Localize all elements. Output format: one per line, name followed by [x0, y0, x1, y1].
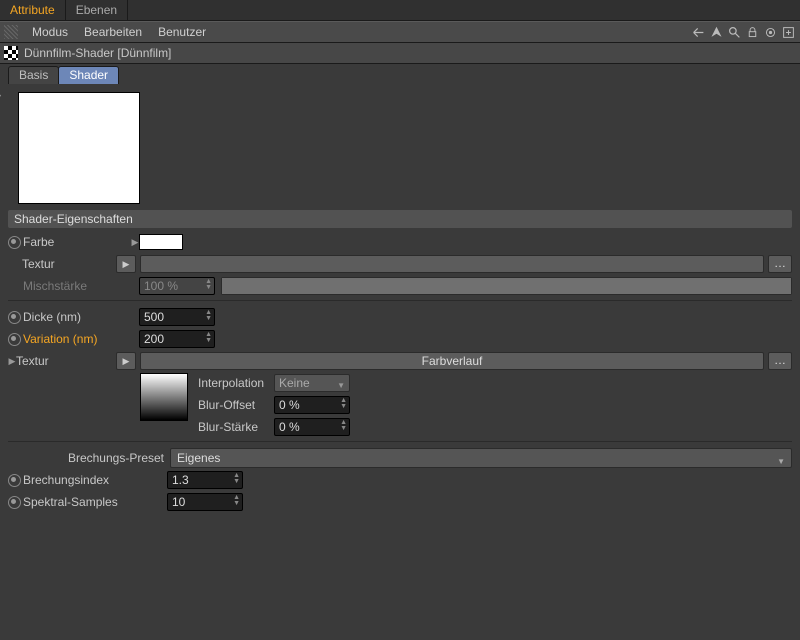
- gradient-preview[interactable]: [140, 373, 188, 421]
- label-blur-offset: Blur-Offset: [198, 398, 274, 412]
- label-dicke: Dicke (nm): [23, 310, 83, 324]
- disclosure-triangle[interactable]: ▼: [0, 92, 3, 102]
- tab-ebenen[interactable]: Ebenen: [66, 0, 128, 20]
- row-farbe: Farbe ▶: [8, 232, 792, 252]
- value-blur-staerke[interactable]: 0 %▲▼: [274, 418, 350, 436]
- value-spektral-samples[interactable]: 10▲▼: [167, 493, 243, 511]
- color-swatch-farbe[interactable]: [139, 234, 183, 250]
- sub-tab-bar: Basis Shader: [0, 64, 800, 84]
- expand-textur2-icon[interactable]: ▶: [8, 356, 16, 367]
- menu-bar: Modus Bearbeiten Benutzer: [0, 21, 800, 43]
- target-icon[interactable]: [763, 25, 778, 40]
- search-icon[interactable]: [727, 25, 742, 40]
- label-brechungs-preset: Brechungs-Preset: [68, 451, 164, 465]
- expand-farbe-icon[interactable]: ▶: [131, 237, 139, 248]
- row-textur2: ▶ Textur ▶ Farbverlauf …: [8, 351, 792, 371]
- value-brechungsindex[interactable]: 1.3▲▼: [167, 471, 243, 489]
- texture-browse-button-2[interactable]: …: [768, 352, 792, 370]
- gradient-block: Interpolation Keine▼ Blur-Offset 0 %▲▼ B…: [8, 373, 792, 437]
- texture-field-2[interactable]: Farbverlauf: [140, 352, 764, 370]
- row-spektral-samples: Spektral-Samples 10▲▼: [8, 492, 792, 512]
- texture-browse-button-1[interactable]: …: [768, 255, 792, 273]
- up-arrow-icon[interactable]: [709, 25, 724, 40]
- menu-benutzer[interactable]: Benutzer: [150, 25, 214, 39]
- label-spektral-samples: Spektral-Samples: [23, 495, 120, 509]
- label-interpolation: Interpolation: [198, 376, 274, 390]
- row-mischstaerke: Mischstärke ▶ 100 %▲▼: [8, 276, 792, 296]
- row-textur1: Textur ▶ …: [8, 254, 792, 274]
- subtab-basis[interactable]: Basis: [8, 66, 59, 84]
- grip-icon: [4, 25, 18, 39]
- label-brechungsindex: Brechungsindex: [23, 473, 111, 487]
- subtab-shader[interactable]: Shader: [58, 66, 119, 84]
- label-farbe: Farbe: [23, 235, 56, 249]
- anim-dot[interactable]: [8, 496, 21, 509]
- value-dicke[interactable]: 500▲▼: [139, 308, 215, 326]
- anim-dot[interactable]: [8, 474, 21, 487]
- menu-modus[interactable]: Modus: [24, 25, 76, 39]
- lock-icon[interactable]: [745, 25, 760, 40]
- anim-dot[interactable]: [8, 311, 21, 324]
- divider: [8, 300, 792, 301]
- panel-body: ▼ Shader-Eigenschaften Farbe ▶ Textur ▶ …: [0, 84, 800, 518]
- texture-field-1[interactable]: [140, 255, 764, 273]
- dropdown-brechungs-preset[interactable]: Eigenes▼: [170, 448, 792, 468]
- row-dicke: Dicke (nm) ▶ 500▲▼: [8, 307, 792, 327]
- texture-menu-button-2[interactable]: ▶: [116, 352, 136, 370]
- label-blur-staerke: Blur-Stärke: [198, 420, 274, 434]
- new-panel-icon[interactable]: [781, 25, 796, 40]
- section-header: Shader-Eigenschaften: [8, 210, 792, 228]
- dropdown-interpolation[interactable]: Keine▼: [274, 374, 350, 392]
- divider: [8, 441, 792, 442]
- value-mischstaerke: 100 %▲▼: [139, 277, 215, 295]
- value-variation[interactable]: 200▲▼: [139, 330, 215, 348]
- back-arrow-icon[interactable]: [691, 25, 706, 40]
- menu-bearbeiten[interactable]: Bearbeiten: [76, 25, 150, 39]
- label-variation: Variation (nm): [23, 332, 99, 346]
- label-textur1: Textur: [22, 257, 57, 271]
- label-mischstaerke: Mischstärke: [23, 279, 89, 293]
- menu-right-icons: [691, 22, 796, 42]
- shader-type-icon: [4, 46, 18, 60]
- object-title: Dünnfilm-Shader [Dünnfilm]: [24, 46, 171, 60]
- row-brechungsindex: Brechungsindex 1.3▲▼: [8, 470, 792, 490]
- row-brechungs-preset: Brechungs-Preset Eigenes▼: [8, 448, 792, 468]
- object-title-bar: Dünnfilm-Shader [Dünnfilm]: [0, 43, 800, 64]
- main-tab-bar: Attribute Ebenen: [0, 0, 800, 21]
- slider-mischstaerke: [221, 277, 792, 295]
- anim-dot[interactable]: [8, 236, 21, 249]
- row-variation: Variation (nm) ▶ 200▲▼: [8, 329, 792, 349]
- texture-menu-button[interactable]: ▶: [116, 255, 136, 273]
- value-blur-offset[interactable]: 0 %▲▼: [274, 396, 350, 414]
- shader-preview[interactable]: [18, 92, 140, 204]
- label-textur2: Textur: [16, 354, 51, 368]
- anim-dot[interactable]: [8, 333, 21, 346]
- tab-attribute[interactable]: Attribute: [0, 0, 66, 20]
